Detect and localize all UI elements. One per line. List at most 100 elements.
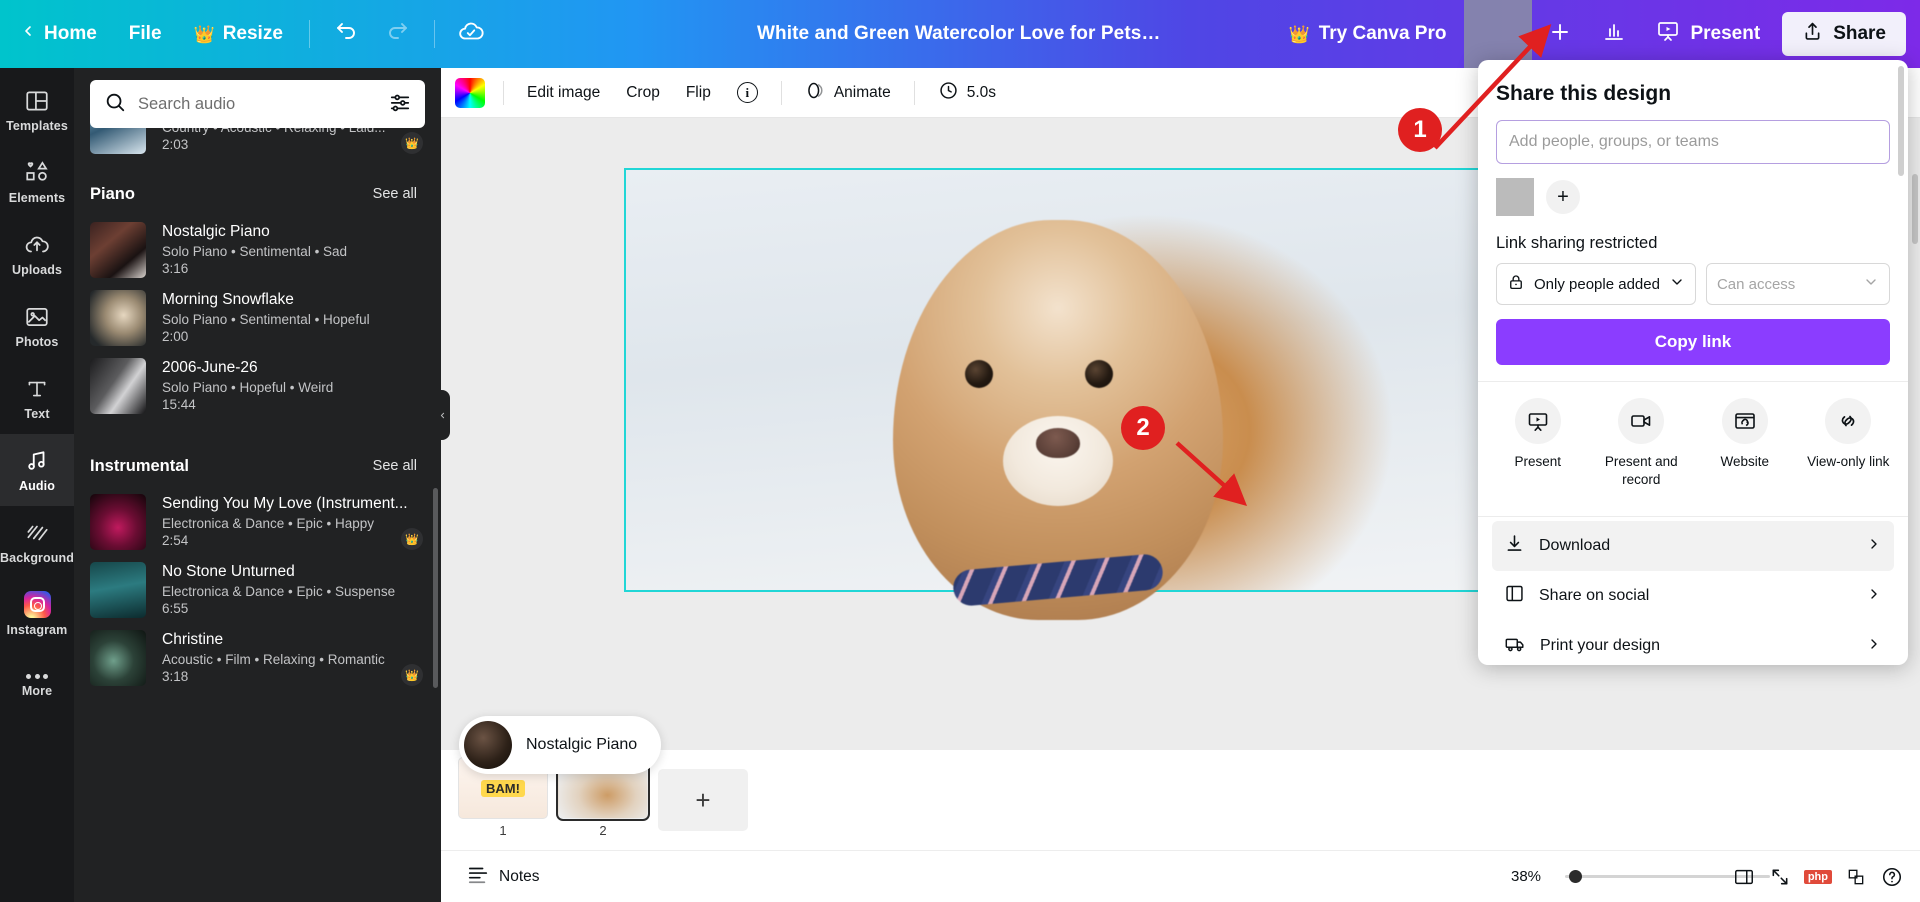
duration-label: 5.0s: [967, 84, 996, 102]
quick-action-view-only-link[interactable]: View-only link: [1797, 398, 1901, 488]
cloud-saved-button[interactable]: [449, 12, 493, 56]
flip-button[interactable]: Flip: [675, 77, 722, 109]
back-home-button[interactable]: Home: [2, 14, 111, 54]
search-input[interactable]: [138, 95, 377, 114]
sidebar-item-elements[interactable]: Elements: [0, 146, 74, 218]
help-button[interactable]: [1880, 865, 1904, 889]
chevron-down-icon: [1669, 274, 1685, 294]
audio-search-bar[interactable]: [90, 80, 425, 128]
header-placeholder-slot: [1464, 0, 1532, 68]
present-screen-icon: [1515, 398, 1561, 444]
share-panel-scrollbar[interactable]: [1898, 66, 1904, 176]
duplicate-pages-button[interactable]: [1844, 865, 1868, 889]
toolbar-divider-1: [503, 81, 504, 105]
design-page-2[interactable]: [626, 170, 1526, 590]
audio-chip-label: Nostalgic Piano: [526, 736, 637, 754]
sidebar-item-label: Photos: [16, 335, 59, 349]
notes-label: Notes: [499, 868, 540, 886]
share-on-social-row[interactable]: Share on social: [1492, 571, 1894, 621]
crop-button[interactable]: Crop: [615, 77, 671, 109]
clock-timer-icon: [938, 80, 959, 106]
try-canva-pro-button[interactable]: 👑 Try Canva Pro: [1273, 14, 1463, 54]
filter-sliders-icon[interactable]: [389, 91, 411, 118]
track-duration: 6:55: [162, 601, 425, 616]
animate-icon: [805, 80, 826, 106]
resize-button[interactable]: 👑 Resize: [180, 14, 297, 54]
notes-button[interactable]: Notes: [457, 857, 550, 896]
sidebar-item-text[interactable]: Text: [0, 362, 74, 434]
canvas-scrollbar[interactable]: [1912, 174, 1918, 244]
share-button[interactable]: Share: [1782, 12, 1906, 56]
section-title: Instrumental: [90, 457, 189, 476]
rainbow-color-picker[interactable]: [455, 78, 485, 108]
edit-image-button[interactable]: Edit image: [516, 77, 611, 109]
sidebar-item-label: Background: [0, 551, 74, 565]
track-tags: Solo Piano • Sentimental • Hopeful: [162, 312, 425, 327]
insights-button[interactable]: [1592, 12, 1636, 56]
collapse-panel-handle[interactable]: [434, 390, 450, 440]
add-page-button[interactable]: +: [658, 769, 748, 831]
quick-action-present[interactable]: Present: [1486, 398, 1590, 488]
track-name: Morning Snowflake: [162, 291, 425, 309]
sidebar-item-instagram[interactable]: Instagram: [0, 578, 74, 650]
download-row[interactable]: Download: [1492, 521, 1894, 571]
sidebar-item-background[interactable]: Background: [0, 506, 74, 578]
add-collaborator-button[interactable]: [1538, 12, 1582, 56]
chevron-right-icon: [1866, 586, 1882, 607]
print-your-design-row[interactable]: Print your design: [1492, 621, 1894, 665]
people-input-wrapper[interactable]: [1496, 120, 1890, 164]
track-name: Sending You My Love (Instrument...: [162, 495, 425, 513]
elements-shapes-icon: [24, 160, 50, 186]
quick-action-present-and-record[interactable]: Present and record: [1590, 398, 1694, 488]
file-menu-button[interactable]: File: [115, 14, 176, 54]
dog-eye-left: [965, 360, 993, 388]
list-item[interactable]: 2006-June-26 Solo Piano • Hopeful • Weir…: [90, 352, 425, 420]
dog-photo[interactable]: [893, 220, 1223, 620]
file-label: File: [129, 23, 162, 45]
document-title[interactable]: White and Green Watercolor Love for Pets…: [745, 17, 1175, 51]
fullscreen-button[interactable]: [1768, 865, 1792, 889]
sidebar-item-audio[interactable]: Audio: [0, 434, 74, 506]
quick-action-label: View-only link: [1807, 453, 1889, 471]
sidebar-item-label: Text: [24, 407, 49, 421]
list-item[interactable]: Sending You My Love (Instrument... Elect…: [90, 488, 425, 556]
list-item[interactable]: No Stone Unturned Electronica & Dance • …: [90, 556, 425, 624]
dog-collar: [952, 553, 1164, 607]
people-input[interactable]: [1509, 133, 1877, 151]
access-select: Can access: [1706, 263, 1890, 305]
grid-view-button[interactable]: [1732, 865, 1756, 889]
undo-button[interactable]: [324, 12, 368, 56]
track-meta: Morning Snowflake Solo Piano • Sentiment…: [162, 290, 425, 346]
avatar: [1496, 178, 1534, 216]
audio-track-chip[interactable]: Nostalgic Piano: [459, 716, 661, 774]
photo-image-icon: [24, 304, 50, 330]
see-all-piano-button[interactable]: See all: [365, 182, 425, 206]
redo-button[interactable]: [376, 12, 420, 56]
see-all-instrumental-button[interactable]: See all: [365, 454, 425, 478]
permission-select[interactable]: Only people added: [1496, 263, 1696, 305]
sidebar-item-uploads[interactable]: Uploads: [0, 218, 74, 290]
present-button[interactable]: Present: [1642, 10, 1774, 58]
add-person-button[interactable]: +: [1546, 180, 1580, 214]
sidebar-item-photos[interactable]: Photos: [0, 290, 74, 362]
notes-lines-icon: [467, 863, 489, 890]
info-button[interactable]: i: [726, 75, 769, 110]
animate-button[interactable]: Animate: [794, 73, 902, 113]
share-label: Share: [1833, 23, 1886, 45]
share-on-social-label: Share on social: [1539, 587, 1852, 605]
panel-scrollbar[interactable]: [433, 488, 438, 688]
access-value: Can access: [1717, 276, 1854, 293]
duration-button[interactable]: 5.0s: [927, 73, 1007, 113]
quick-action-website[interactable]: Website: [1693, 398, 1797, 488]
page-number: 1: [458, 823, 548, 838]
list-item[interactable]: Christine Acoustic • Film • Relaxing • R…: [90, 624, 425, 692]
link-chain-icon: [1825, 398, 1871, 444]
zoom-slider-knob[interactable]: [1569, 870, 1582, 883]
list-item[interactable]: Morning Snowflake Solo Piano • Sentiment…: [90, 284, 425, 352]
sidebar-item-more[interactable]: More: [0, 650, 74, 722]
track-thumbnail: [90, 630, 146, 686]
sidebar-item-templates[interactable]: Templates: [0, 74, 74, 146]
resize-label: Resize: [223, 23, 283, 45]
list-item[interactable]: Nostalgic Piano Solo Piano • Sentimental…: [90, 216, 425, 284]
copy-link-button[interactable]: Copy link: [1496, 319, 1890, 365]
